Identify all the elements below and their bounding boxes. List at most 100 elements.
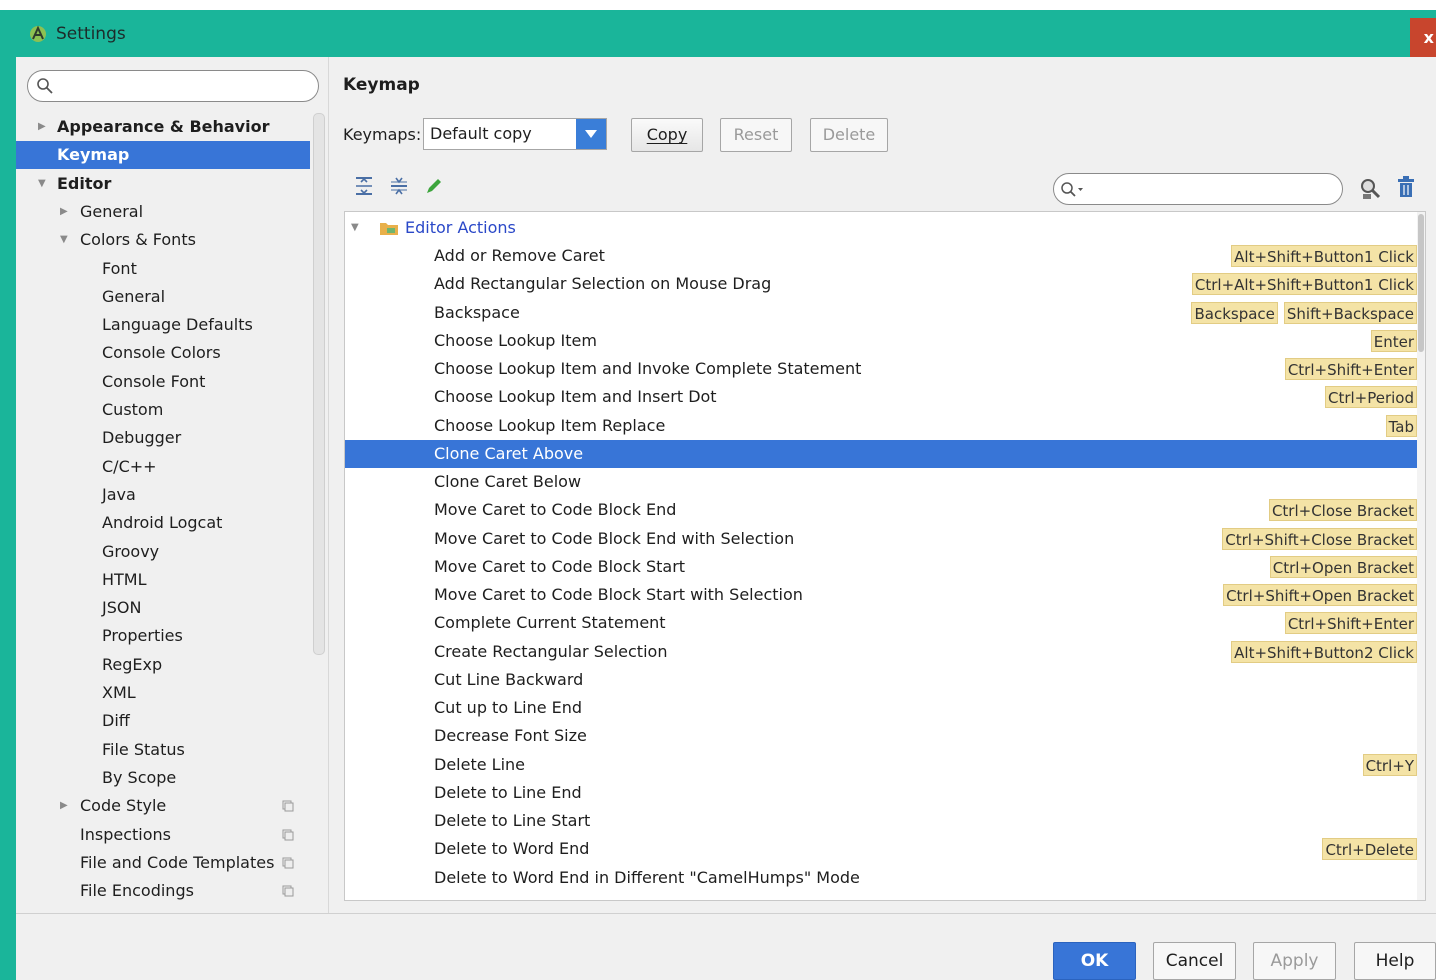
action-row[interactable]: Delete to Word End Ctrl+Delete — [345, 835, 1423, 863]
action-row[interactable]: Delete Line Ctrl+Y — [345, 751, 1423, 779]
action-row[interactable]: Create Rectangular Selection Alt+Shift+Bu… — [345, 638, 1423, 666]
action-name: Move Caret to Code Block Start — [434, 557, 686, 576]
sidebar-item[interactable]: File Encodings — [16, 877, 310, 905]
sidebar-item[interactable]: Groovy — [16, 538, 310, 566]
expanded-arrow-icon[interactable]: ▼ — [351, 214, 359, 242]
action-row[interactable]: Choose Lookup Item Replace Tab — [345, 412, 1423, 440]
scrollbar-thumb[interactable] — [1418, 214, 1424, 352]
sidebar-item[interactable]: Console Colors — [16, 339, 310, 367]
sidebar-item[interactable]: ▼ Colors & Fonts — [16, 226, 310, 254]
sidebar-item[interactable]: Custom — [16, 396, 310, 424]
sidebar-item[interactable]: ▶ General — [16, 198, 310, 226]
help-button[interactable]: Help — [1354, 942, 1436, 980]
sidebar-item[interactable]: Language Defaults — [16, 311, 310, 339]
sidebar-item-label: Colors & Fonts — [80, 230, 196, 249]
close-button[interactable]: x — [1410, 18, 1436, 58]
shortcut-badge: Ctrl+Delete — [1322, 838, 1417, 860]
action-name: Choose Lookup Item Replace — [434, 416, 666, 435]
collapsed-arrow-icon[interactable]: ▶ — [38, 113, 50, 141]
action-row[interactable]: Move Caret to Code Block End Ctrl+Close B… — [345, 496, 1423, 524]
trash-icon[interactable] — [1395, 175, 1417, 199]
sidebar-item[interactable]: File Status — [16, 736, 310, 764]
settings-body: ▶ Appearance & Behavior Keymap ▼ Editor ▶ Gene… — [16, 57, 1436, 980]
sidebar-item[interactable]: HTML — [16, 566, 310, 594]
expand-all-icon[interactable] — [353, 175, 375, 197]
action-name: Delete Line — [434, 755, 525, 774]
sidebar-item[interactable]: RegExp — [16, 651, 310, 679]
action-name: Move Caret to Code Block End — [434, 500, 677, 519]
sidebar-item-label: Debugger — [102, 428, 182, 447]
sidebar-item-label: Properties — [102, 626, 183, 645]
sidebar-item[interactable]: Java — [16, 481, 310, 509]
expanded-arrow-icon[interactable]: ▼ — [60, 226, 72, 254]
delete-button[interactable]: Delete — [810, 118, 888, 152]
action-row[interactable]: Move Caret to Code Block Start Ctrl+Open … — [345, 553, 1423, 581]
sidebar-item[interactable]: ▼ Editor — [16, 170, 310, 198]
action-row[interactable]: Delete to Word End in Different "CamelHu… — [345, 864, 1423, 892]
sidebar-item-label: Keymap — [57, 145, 130, 164]
list-scrollbar[interactable] — [1417, 212, 1425, 900]
sidebar-item-label: Java — [102, 485, 136, 504]
apply-button[interactable]: Apply — [1253, 942, 1336, 980]
sidebar-item[interactable]: Diff — [16, 707, 310, 735]
sidebar-item[interactable]: XML — [16, 679, 310, 707]
sidebar-item-label: HTML — [102, 570, 147, 589]
shortcut-list: Tab — [1385, 415, 1417, 437]
action-row[interactable]: Delete to Line Start — [345, 807, 1423, 835]
sidebar-item[interactable]: ▶ Appearance & Behavior — [16, 113, 310, 141]
sidebar-item[interactable]: File and Code Templates — [16, 849, 310, 877]
action-row[interactable]: Clone Caret Below — [345, 468, 1423, 496]
group-editor-actions[interactable]: ▼ Editor Actions — [345, 214, 1417, 242]
action-row[interactable]: Complete Current Statement Ctrl+Shift+Ent… — [345, 609, 1423, 637]
action-row[interactable]: Choose Lookup Item and Insert Dot Ctrl+Pe… — [345, 383, 1423, 411]
collapse-all-icon[interactable] — [388, 175, 410, 197]
sidebar-item[interactable]: Debugger — [16, 424, 310, 452]
action-row[interactable]: Add or Remove Caret Alt+Shift+Button1 Cli… — [345, 242, 1423, 270]
action-row[interactable]: Move Caret to Code Block End with Select… — [345, 525, 1423, 553]
action-row[interactable]: Choose Lookup Item Enter — [345, 327, 1423, 355]
collapsed-arrow-icon[interactable]: ▶ — [60, 198, 72, 226]
sidebar-item[interactable]: Console Font — [16, 368, 310, 396]
sidebar-item[interactable]: By Scope — [16, 764, 310, 792]
shortcut-badge: Enter — [1370, 330, 1417, 352]
ok-button[interactable]: OK — [1053, 942, 1136, 980]
sidebar-item[interactable]: Android Logcat — [16, 509, 310, 537]
sidebar-item[interactable]: Properties — [16, 622, 310, 650]
sidebar-item[interactable]: C/C++ — [16, 453, 310, 481]
sidebar-item-label: Groovy — [102, 542, 160, 561]
find-shortcut-icon[interactable] — [1359, 177, 1383, 201]
action-row[interactable]: Delete to Line End — [345, 779, 1423, 807]
action-row[interactable]: Move Caret to Code Block Start with Sele… — [345, 581, 1423, 609]
action-row[interactable]: Clone Caret Above — [345, 440, 1423, 468]
action-filter-input[interactable] — [1053, 173, 1343, 205]
action-row[interactable]: Decrease Font Size — [345, 722, 1423, 750]
dropdown-button[interactable] — [576, 119, 606, 149]
action-row[interactable]: Cut Line Backward — [345, 666, 1423, 694]
edit-icon[interactable] — [423, 175, 445, 197]
action-row[interactable]: Backspace Backspace Shift+Backspace — [345, 299, 1423, 327]
cancel-button[interactable]: Cancel — [1153, 942, 1236, 980]
expanded-arrow-icon[interactable]: ▼ — [38, 170, 50, 198]
shortcut-list: Enter — [1370, 330, 1417, 352]
action-row[interactable]: Cut up to Line End — [345, 694, 1423, 722]
sidebar-item[interactable]: Inspections — [16, 821, 310, 849]
collapsed-arrow-icon[interactable]: ▶ — [60, 792, 72, 820]
copy-button[interactable]: Copy — [631, 118, 703, 152]
sidebar-item[interactable]: Keymap — [16, 141, 310, 169]
project-scope-icon — [282, 800, 294, 812]
action-row[interactable]: Add Rectangular Selection on Mouse Drag C… — [345, 270, 1423, 298]
shortcut-badge: Ctrl+Shift+Open Bracket — [1223, 584, 1417, 606]
sidebar-scrollbar[interactable] — [313, 113, 325, 655]
sidebar-item-label: Editor — [57, 174, 112, 193]
keymap-select[interactable]: Default copy — [423, 118, 607, 150]
shortcut-badge: Ctrl+Shift+Enter — [1284, 612, 1417, 634]
sidebar-item[interactable]: ▶ Code Style — [16, 792, 310, 820]
sidebar-item[interactable]: Font — [16, 255, 310, 283]
reset-button[interactable]: Reset — [720, 118, 792, 152]
settings-search-input[interactable] — [27, 70, 319, 102]
sidebar-item[interactable]: JSON — [16, 594, 310, 622]
action-row[interactable]: Choose Lookup Item and Invoke Complete S… — [345, 355, 1423, 383]
sidebar-item-label: Language Defaults — [102, 315, 253, 334]
sidebar-item[interactable]: General — [16, 283, 310, 311]
search-options-icon — [1061, 182, 1083, 197]
